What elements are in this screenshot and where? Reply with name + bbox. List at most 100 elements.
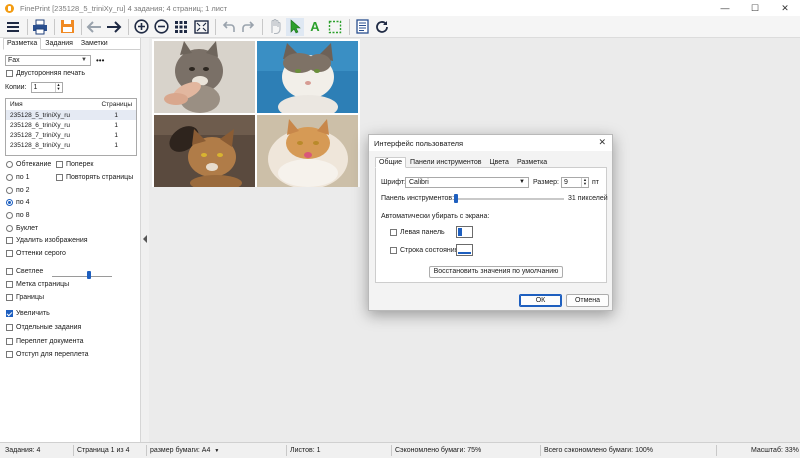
minimize-button[interactable]: —	[710, 0, 740, 16]
enlarge-option[interactable]: Увеличить	[6, 310, 50, 317]
separate-jobs-checkbox[interactable]	[6, 324, 13, 331]
layout-8-radio[interactable]	[6, 212, 13, 219]
status-page: Страница 1 из 4	[77, 447, 130, 454]
copies-spinner[interactable]: 1 ▲ ▼	[30, 82, 63, 93]
zoom-out-icon[interactable]	[152, 18, 170, 36]
borders-option[interactable]: Границы	[6, 294, 44, 301]
undo-icon[interactable]	[219, 18, 237, 36]
close-button[interactable]: ✕	[770, 0, 800, 16]
toolbar-divider	[81, 18, 82, 35]
tab-layout[interactable]: Разметка	[513, 157, 551, 168]
toolbar-size-value: 31 пикселей	[568, 195, 608, 202]
auto-hide-label: Автоматически убирать с экрана:	[381, 213, 490, 220]
page-mark-checkbox[interactable]	[6, 281, 13, 288]
layout-2-radio[interactable]	[6, 187, 13, 194]
binding-margin-label: Отступ для переплета	[16, 351, 89, 358]
column-name[interactable]: Имя	[10, 101, 98, 108]
layout-4-option[interactable]: по 4	[6, 199, 30, 206]
separate-jobs-option[interactable]: Отдельные задания	[6, 324, 81, 331]
printer-more-button[interactable]: •••	[96, 56, 104, 65]
tab-colors[interactable]: Цвета	[485, 157, 513, 168]
forward-icon[interactable]	[105, 18, 123, 36]
refresh-icon[interactable]	[373, 18, 391, 36]
page-settings-icon[interactable]	[353, 18, 371, 36]
back-icon[interactable]	[85, 18, 103, 36]
duplex-checkbox[interactable]	[6, 70, 13, 77]
spinner-arrows-icon[interactable]: ▲ ▼	[581, 178, 588, 187]
hide-left-panel-option[interactable]: Левая панель	[390, 229, 445, 236]
menu-icon[interactable]	[4, 18, 22, 36]
cat-photo	[154, 41, 255, 113]
tab-general[interactable]: Общие	[375, 157, 407, 168]
save-icon[interactable]	[58, 18, 76, 36]
tab-jobs[interactable]: Задания	[41, 38, 77, 50]
status-divider	[73, 445, 74, 456]
toolbar-size-slider-track[interactable]	[454, 198, 564, 200]
table-row[interactable]: 235128_8_triniXy_ru 1	[6, 140, 136, 150]
booklet-option[interactable]: Буклет	[6, 225, 38, 232]
restore-defaults-button[interactable]: Восстановить значения по умолчанию	[429, 266, 563, 278]
paper-size-dropdown[interactable]: размер бумаги: A4 ▼	[150, 447, 219, 454]
maximize-button[interactable]: ☐	[740, 0, 770, 16]
size-spinner[interactable]: 9 ▲ ▼	[561, 177, 589, 188]
redo-icon[interactable]	[239, 18, 257, 36]
layout-wrap-option[interactable]: Обтекание	[6, 161, 51, 168]
ok-button[interactable]: ОК	[519, 294, 562, 307]
spinner-arrows-icon[interactable]: ▲ ▼	[54, 83, 62, 92]
table-row[interactable]: 235128_5_triniXy_ru 1	[6, 110, 136, 120]
repeat-pages-option[interactable]: Повторять страницы	[56, 174, 133, 181]
lighter-checkbox[interactable]	[6, 268, 13, 275]
remove-images-checkbox[interactable]	[6, 237, 13, 244]
enlarge-checkbox[interactable]	[6, 310, 13, 317]
print-icon[interactable]	[31, 18, 49, 36]
duplex-option[interactable]: Двусторонняя печать	[6, 70, 85, 77]
printer-select[interactable]: Fax ▼	[5, 55, 91, 66]
remove-images-option[interactable]: Удалить изображения	[6, 237, 88, 244]
repeat-pages-checkbox[interactable]	[56, 174, 63, 181]
layout-8-option[interactable]: по 8	[6, 212, 30, 219]
lighter-option[interactable]: Светлее	[6, 268, 43, 275]
page-mark-option[interactable]: Метка страницы	[6, 281, 69, 288]
across-checkbox[interactable]	[56, 161, 63, 168]
dialog-close-icon[interactable]: ✕	[598, 137, 606, 148]
doc-binding-option[interactable]: Переплет документа	[6, 338, 84, 345]
tab-toolbars[interactable]: Панели инструментов	[406, 157, 485, 168]
layout-4-radio[interactable]	[6, 199, 13, 206]
tab-layout[interactable]: Разметка	[3, 38, 42, 50]
text-icon[interactable]: A	[306, 18, 324, 36]
borders-checkbox[interactable]	[6, 294, 13, 301]
hide-status-bar-option[interactable]: Строка состояния	[390, 247, 458, 254]
booklet-radio[interactable]	[6, 225, 13, 232]
layout-2-option[interactable]: по 2	[6, 187, 30, 194]
font-select[interactable]: Calibri ▼	[405, 177, 529, 188]
collapse-arrow-icon[interactable]	[143, 235, 147, 243]
binding-margin-checkbox[interactable]	[6, 351, 13, 358]
column-pages[interactable]: Страницы	[98, 101, 132, 108]
hand-icon[interactable]	[266, 18, 284, 36]
dialog-title-bar[interactable]: Интерфейс пользователя ✕	[369, 135, 612, 151]
doc-binding-checkbox[interactable]	[6, 338, 13, 345]
cancel-button[interactable]: Отмена	[566, 294, 609, 307]
grayscale-checkbox[interactable]	[6, 250, 13, 257]
zoom-in-icon[interactable]	[132, 18, 150, 36]
layout-1-option[interactable]: по 1	[6, 174, 30, 181]
hide-status-bar-checkbox[interactable]	[390, 247, 397, 254]
binding-margin-option[interactable]: Отступ для переплета	[6, 351, 89, 358]
grid-icon[interactable]	[172, 18, 190, 36]
enlarge-slider-track[interactable]	[52, 276, 112, 277]
layout-wrap-radio[interactable]	[6, 161, 13, 168]
left-panel: Разметка Задания Заметки Fax ▼ ••• Двуст…	[0, 38, 141, 442]
preview-sheet[interactable]	[152, 39, 360, 187]
pointer-icon[interactable]	[286, 17, 304, 36]
across-option[interactable]: Поперек	[56, 161, 93, 168]
table-row[interactable]: 235128_7_triniXy_ru 1	[6, 130, 136, 140]
tab-notes[interactable]: Заметки	[77, 38, 112, 50]
toolbar-size-slider-thumb[interactable]	[454, 194, 458, 203]
layout-1-radio[interactable]	[6, 174, 13, 181]
grayscale-option[interactable]: Оттенки серого	[6, 250, 66, 257]
enlarge-slider-thumb[interactable]	[87, 271, 92, 279]
fit-icon[interactable]	[192, 18, 210, 36]
select-icon[interactable]	[326, 18, 344, 36]
hide-left-panel-checkbox[interactable]	[390, 229, 397, 236]
table-row[interactable]: 235128_6_triniXy_ru 1	[6, 120, 136, 130]
